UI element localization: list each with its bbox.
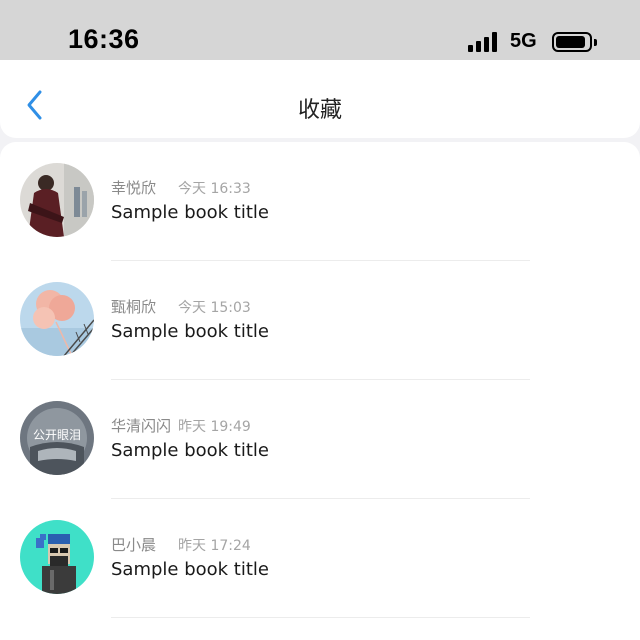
nav-bar: 收藏: [0, 60, 640, 138]
status-bar: 16:36 5G: [0, 0, 640, 60]
list-item[interactable]: 甄桐欣 今天 15:03 Sample book title: [0, 261, 640, 380]
timestamp: 昨天 19:49: [178, 419, 251, 435]
battery-icon: [552, 32, 592, 52]
timestamp: 今天 15:03: [178, 300, 251, 316]
avatar-text: 公开眼泪: [33, 428, 81, 442]
user-name: 华清闪闪: [111, 417, 172, 435]
avatar[interactable]: [20, 163, 94, 237]
status-time: 16:36: [68, 24, 140, 54]
favorites-list: 幸悦欣 今天 16:33 Sample book title 甄桐欣 今天 15…: [0, 142, 640, 640]
user-name: 甄桐欣: [111, 298, 157, 316]
favorite-content[interactable]: Sample book title: [111, 440, 269, 461]
list-item[interactable]: 幸悦欣 今天 16:33 Sample book title: [0, 142, 640, 261]
battery-cap: [594, 39, 597, 46]
avatar[interactable]: 公开眼泪: [20, 401, 94, 475]
list-item[interactable]: 公开眼泪 华清闪闪 昨天 19:49 Sample book title: [0, 380, 640, 499]
avatar[interactable]: [20, 520, 94, 594]
user-name: 幸悦欣: [111, 179, 157, 197]
favorite-content[interactable]: Sample book title: [111, 559, 269, 580]
list-item[interactable]: 巴小晨 昨天 17:24 Sample book title: [0, 499, 640, 618]
favorite-content[interactable]: Sample book title: [111, 202, 269, 223]
user-name: 巴小晨: [111, 536, 157, 554]
divider: [111, 617, 530, 618]
network-type: 5G: [510, 30, 537, 52]
avatar[interactable]: [20, 282, 94, 356]
signal-icon: [468, 32, 502, 52]
favorite-content[interactable]: Sample book title: [111, 321, 269, 342]
timestamp: 昨天 17:24: [178, 538, 251, 554]
page-title: 收藏: [297, 98, 342, 123]
timestamp: 今天 16:33: [178, 181, 251, 197]
